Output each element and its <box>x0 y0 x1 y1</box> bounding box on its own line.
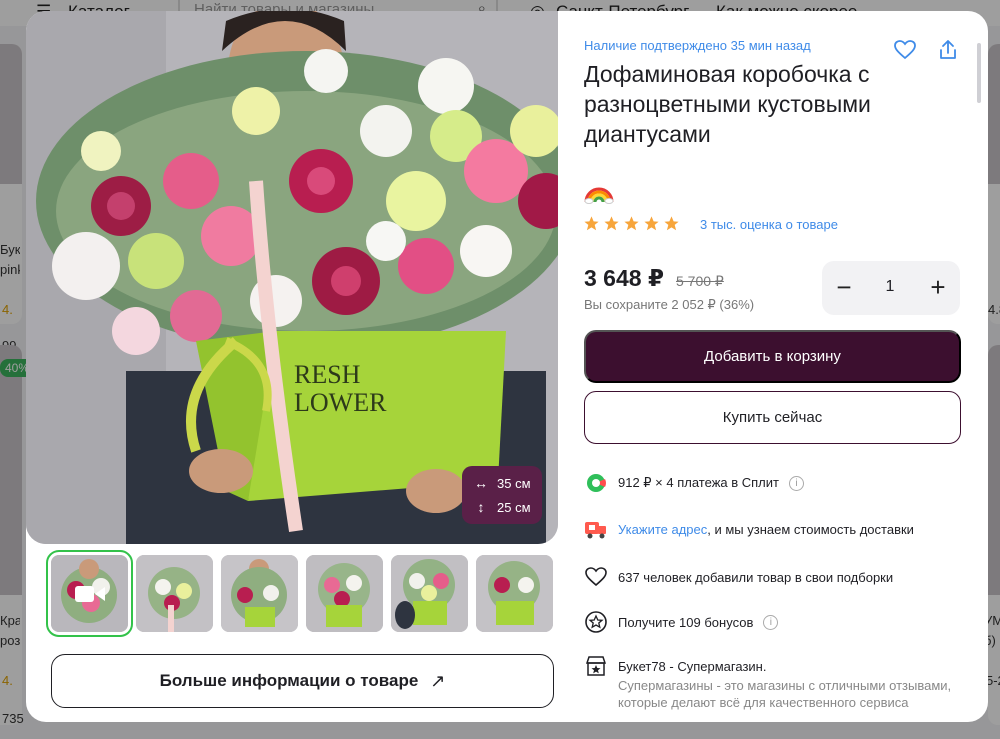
old-price: 5 700 ₽ <box>676 273 724 289</box>
product-rating: 4. <box>2 673 13 688</box>
scrollbar[interactable] <box>977 43 981 103</box>
box-text-line-2: LOWER <box>294 388 387 417</box>
star-icon <box>604 216 619 231</box>
address-link[interactable]: Укажите адрес <box>618 522 707 537</box>
rainbow-icon <box>584 187 614 204</box>
decrease-quantity-button[interactable]: − <box>828 271 860 303</box>
star-icon <box>664 216 679 231</box>
favorites-text: 637 человек добавили товар в свои подбор… <box>618 569 894 585</box>
heart-outline-icon <box>585 567 607 587</box>
split-info-icon[interactable]: i <box>788 475 804 491</box>
star-icon <box>584 216 599 231</box>
bonus-star-icon <box>585 611 607 633</box>
product-title: Букет pink <box>0 242 20 277</box>
star-icon <box>624 216 639 231</box>
thumbnail-6[interactable] <box>476 555 553 632</box>
product-rating: 4.8 <box>988 302 1000 317</box>
product-image <box>0 345 22 595</box>
reviews-link[interactable]: 3 тыс. оценка о товаре <box>700 217 838 232</box>
product-image <box>988 345 1000 595</box>
thumbnail-image <box>476 555 553 632</box>
product-rating: 4. <box>2 302 13 317</box>
delivery-text-rest: , и мы узнаем стоимость доставки <box>707 521 914 537</box>
box-text-line-1: RESH <box>294 360 361 389</box>
more-info-label: Больше информации о товаре <box>159 671 419 690</box>
quantity-value: 1 <box>885 278 895 295</box>
heart-icon[interactable] <box>893 38 917 62</box>
right-product-card-1[interactable]: 4.8 <box>988 44 1000 324</box>
size-height: 25 см <box>497 499 531 515</box>
main-product-photo[interactable]: RESH LOWER ↔ 35 см ↕ 25 см <box>26 11 558 544</box>
right-product-card-2[interactable]: УМ б) 5-2 <box>984 345 1000 725</box>
seller-row: Букет78 - Супермагазин. <box>584 654 766 678</box>
store-icon <box>585 656 607 676</box>
product-image <box>0 44 22 184</box>
size-width: 35 см <box>497 475 531 491</box>
favorites-row: 637 человек добавили товар в свои подбор… <box>584 565 893 589</box>
height-arrow-icon: ↕ <box>477 499 485 515</box>
thumbnail-3[interactable] <box>221 555 298 632</box>
external-arrow-icon: ↗ <box>430 670 446 691</box>
thumbnail-image <box>136 555 213 632</box>
delivery-truck-icon <box>585 522 606 539</box>
availability-note: Наличие подтверждено 35 мин назад <box>584 38 811 53</box>
savings-text: Вы сохраните 2 052 ₽ (36%) <box>584 297 755 312</box>
left-product-card-2[interactable]: 40% Кра розо 4. 735 <box>0 345 35 726</box>
product-image <box>988 44 1000 184</box>
delivery-row: Укажите адрес, и мы узнаем стоимость дос… <box>584 517 914 541</box>
more-info-button[interactable]: Больше информации о товаре ↗ <box>51 654 554 708</box>
video-camera-icon <box>75 586 105 602</box>
bonus-info-icon[interactable]: i <box>763 614 779 630</box>
product-title: Кра розо <box>0 613 20 648</box>
seller-link[interactable]: Букет78 - Супермагазин. <box>618 659 766 674</box>
thumbnail-video[interactable] <box>46 550 133 637</box>
bonus-row: Получите 109 бонусов i <box>584 610 779 634</box>
left-product-card-1[interactable]: Букет pink 4. 99 <box>0 44 22 353</box>
increase-quantity-button[interactable]: + <box>922 271 954 303</box>
thumbnail-4[interactable] <box>306 555 383 632</box>
seller-description: Супермагазины - это магазины с отличными… <box>618 678 952 710</box>
split-logo-icon <box>587 474 606 492</box>
thumbnail-strip <box>42 547 558 637</box>
product-count: 735 <box>2 711 24 726</box>
buy-now-button[interactable]: Купить сейчас <box>584 391 961 444</box>
add-to-cart-button[interactable]: Добавить в корзину <box>584 330 961 383</box>
width-arrow-icon: ↔ <box>474 475 488 491</box>
bonus-text: Получите 109 бонусов <box>618 614 754 630</box>
product-modal: RESH LOWER ↔ 35 см ↕ 25 см Больше информ… <box>26 11 988 722</box>
thumbnail-image <box>391 555 468 632</box>
product-rating: 5-2 <box>986 673 1000 688</box>
current-price: 3 648 ₽ <box>584 265 664 291</box>
share-icon[interactable] <box>936 38 960 62</box>
size-badge: ↔ 35 см ↕ 25 см <box>462 466 542 524</box>
size-height-row: ↕ 25 см <box>474 499 531 515</box>
quantity-stepper: − 1 + <box>822 261 960 315</box>
split-payment-text: 912 ₽ × 4 платежа в Сплит <box>618 475 779 490</box>
thumbnail-5[interactable] <box>391 555 468 632</box>
star-icon <box>644 216 659 231</box>
delivery-text: Укажите адрес, и мы узнаем стоимость дос… <box>618 522 914 537</box>
rating-stars <box>583 215 680 232</box>
thumbnail-2[interactable] <box>136 555 213 632</box>
thumbnail-image <box>306 555 383 632</box>
split-payment-row: 912 ₽ × 4 платежа в Сплит i <box>584 471 804 495</box>
thumbnail-image <box>221 555 298 632</box>
product-title: Дофаминовая коробочка с разноцветными ку… <box>584 61 871 147</box>
bouquet-illustration: RESH LOWER <box>26 11 558 544</box>
size-width-row: ↔ 35 см <box>474 475 531 491</box>
